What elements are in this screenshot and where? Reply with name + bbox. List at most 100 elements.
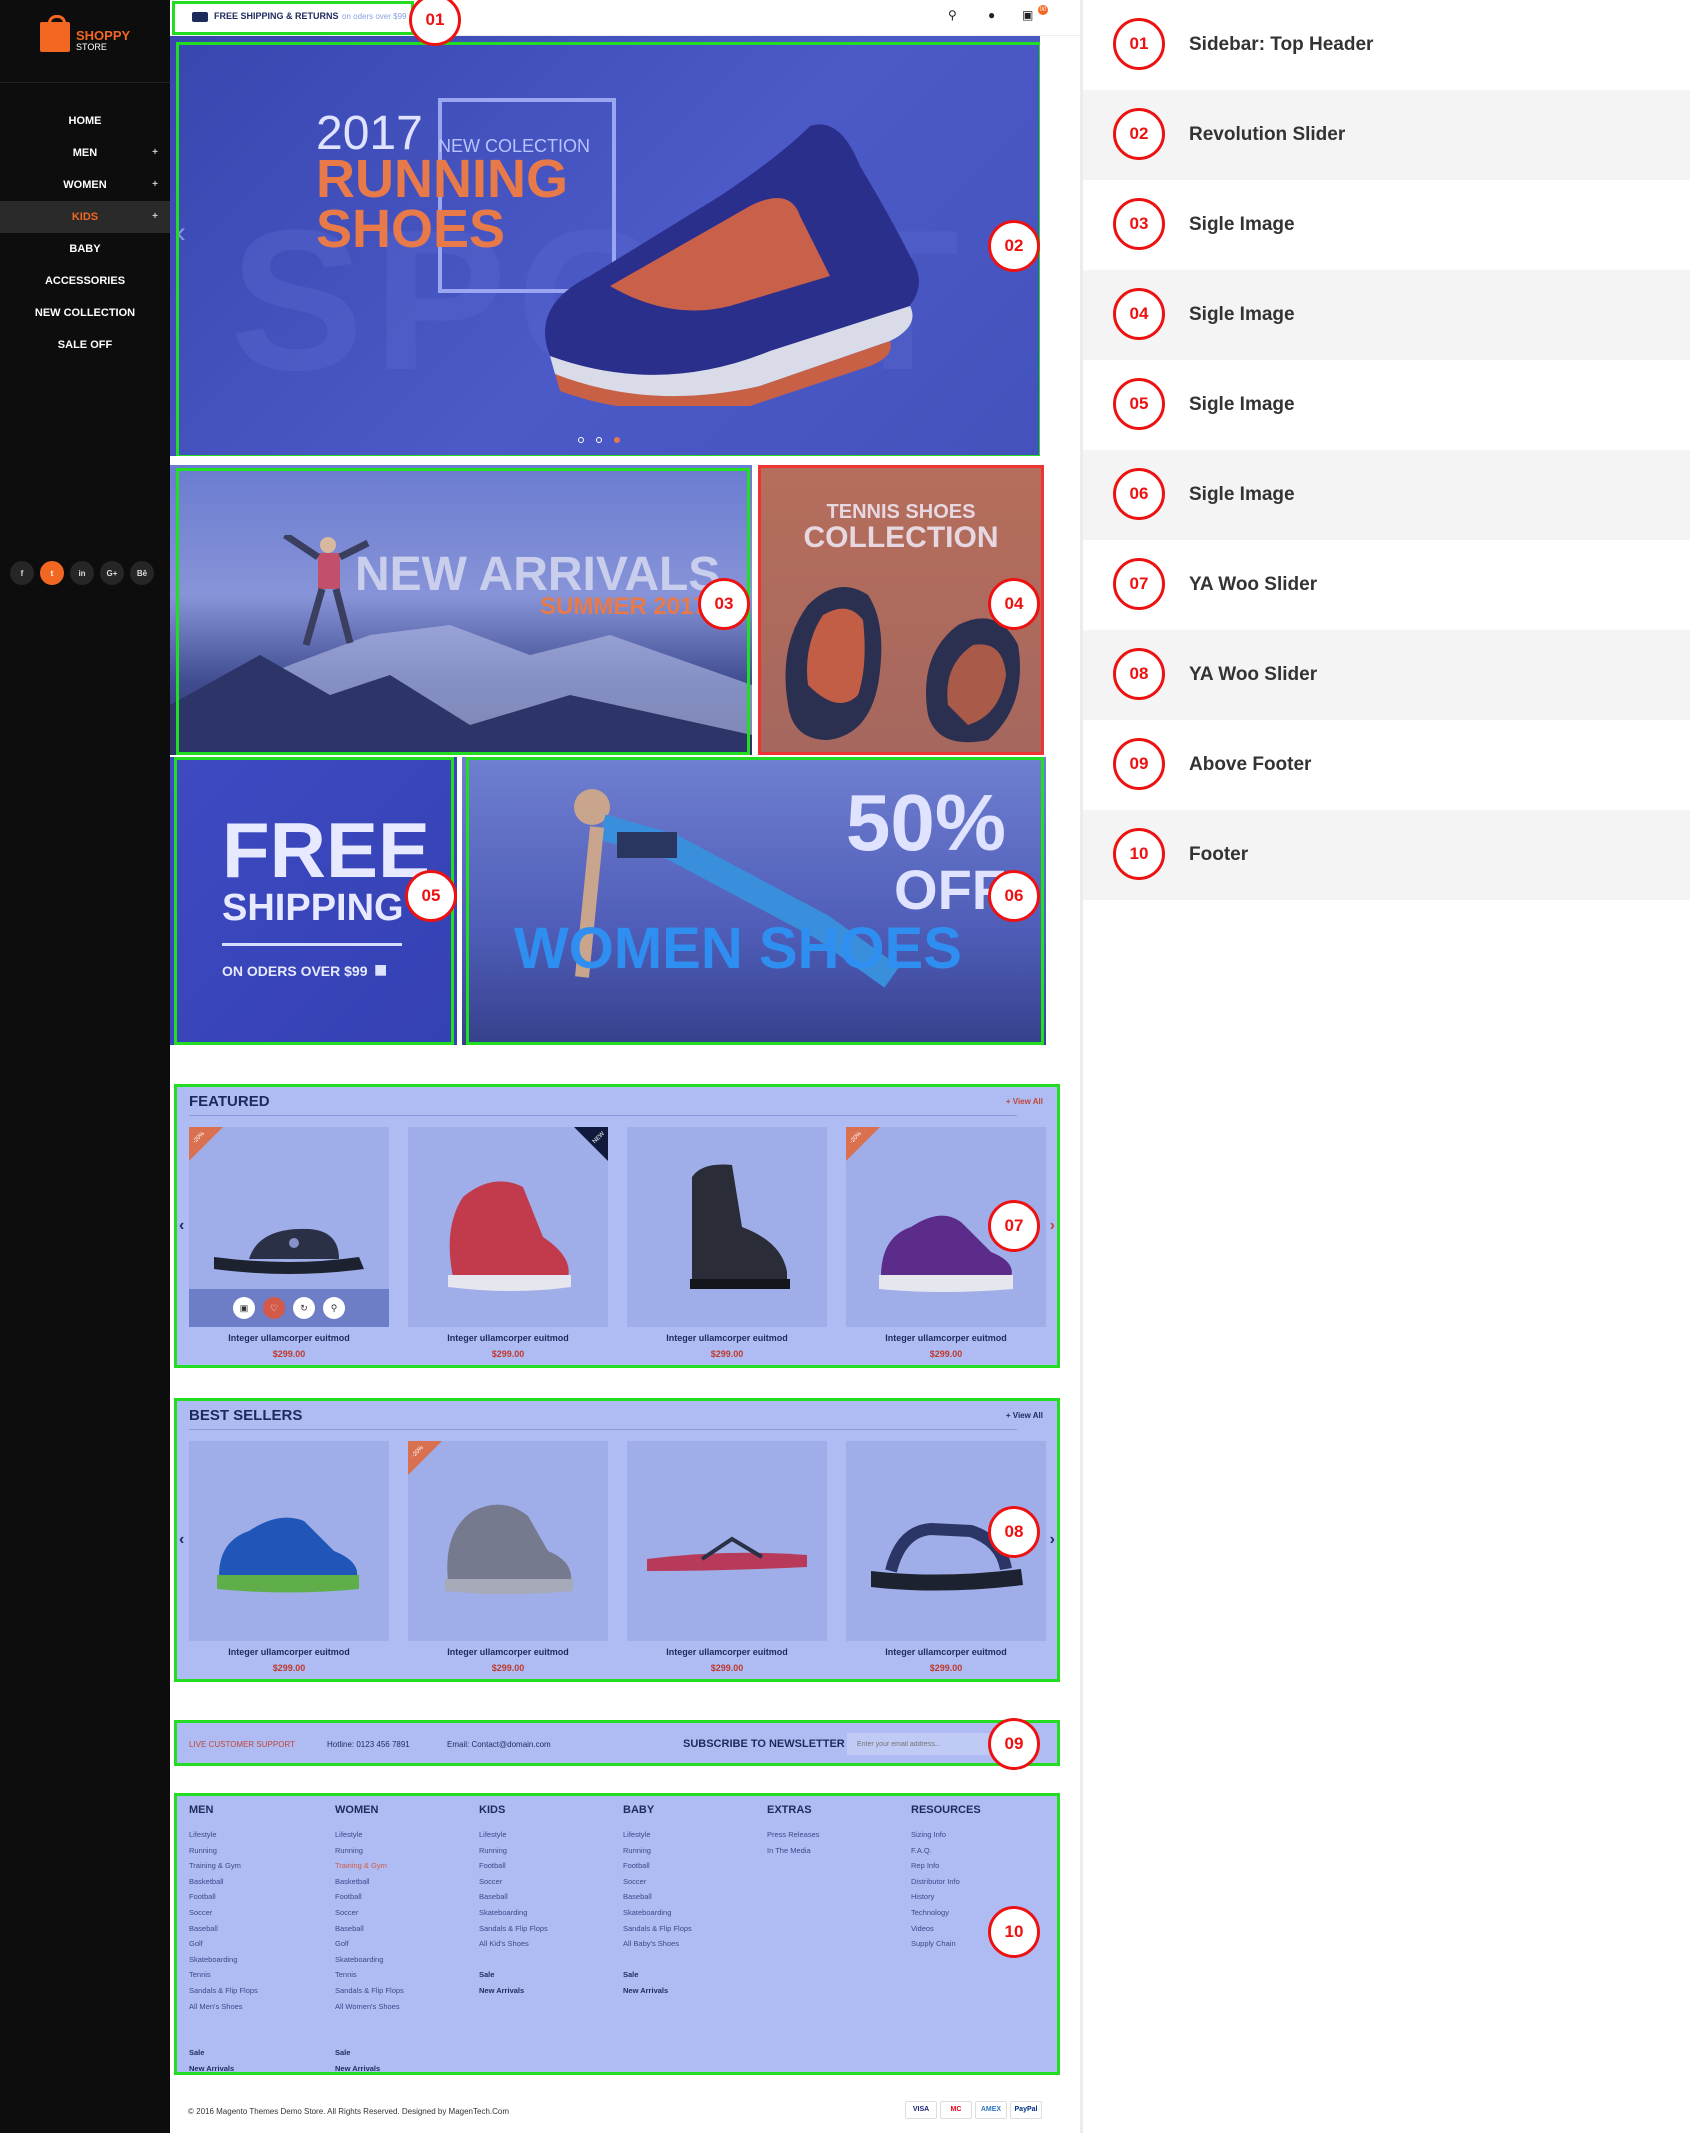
menu-item-home[interactable]: HOME (0, 105, 170, 137)
footer-link[interactable]: Golf (335, 1939, 475, 1955)
menu-item-baby[interactable]: BABY (0, 233, 170, 265)
footer-link[interactable]: Skateboarding (189, 1955, 329, 1971)
footer-link[interactable]: Football (189, 1892, 329, 1908)
product-name[interactable]: Integer ullamcorper euitmod (408, 1647, 608, 1657)
footer-link[interactable]: All Kid's Shoes (479, 1939, 619, 1955)
footer-link[interactable]: Tennis (335, 1970, 475, 1986)
footer-link[interactable]: Running (479, 1846, 619, 1862)
product-card[interactable]: -20% ▣ ♡ ↻ ⚲ (189, 1127, 389, 1327)
footer-link[interactable]: In The Media (767, 1846, 907, 1862)
menu-item-sale-off[interactable]: SALE OFF (0, 329, 170, 361)
revolution-slider[interactable]: SPORT 2017 NEW COLECTION RUNNINGSHOES ‹ (170, 36, 1040, 456)
featured-view-all[interactable]: + View All (1006, 1097, 1043, 1106)
footer-link[interactable]: Sale (623, 1970, 763, 1986)
footer-link[interactable]: Soccer (623, 1877, 763, 1893)
footer-link[interactable]: Skateboarding (335, 1955, 475, 1971)
wishlist-icon[interactable]: ♡ (263, 1297, 285, 1319)
product-name[interactable]: Integer ullamcorper euitmod (189, 1647, 389, 1657)
product-card[interactable] (189, 1441, 389, 1641)
live-support-text[interactable]: LIVE CUSTOMER SUPPORT (189, 1740, 295, 1749)
behance-icon[interactable]: Bē (130, 561, 154, 585)
footer-link[interactable]: Skateboarding (479, 1908, 619, 1924)
footer-link[interactable]: Baseball (479, 1892, 619, 1908)
next-icon[interactable]: › (1050, 1531, 1055, 1549)
footer-link[interactable]: F.A.Q. (911, 1846, 1051, 1862)
product-name[interactable]: Integer ullamcorper euitmod (189, 1333, 389, 1343)
prev-icon[interactable]: ‹ (179, 1217, 184, 1235)
footer-link[interactable]: History (911, 1892, 1051, 1908)
footer-link[interactable]: New Arrivals (623, 1986, 763, 2002)
compare-icon[interactable]: ↻ (293, 1297, 315, 1319)
footer-link[interactable]: Sizing Info (911, 1830, 1051, 1846)
linkedin-icon[interactable]: in (70, 561, 94, 585)
footer-link[interactable]: Golf (189, 1939, 329, 1955)
footer-link[interactable]: Training & Gym (189, 1861, 329, 1877)
menu-item-women[interactable]: WOMEN + (0, 169, 170, 201)
footer-link[interactable]: Soccer (189, 1908, 329, 1924)
facebook-icon[interactable]: f (10, 561, 34, 585)
search-icon[interactable]: ⚲ (948, 8, 957, 22)
footer-link[interactable]: Football (479, 1861, 619, 1877)
footer-link[interactable]: Sale (479, 1970, 619, 1986)
menu-item-men[interactable]: MEN + (0, 137, 170, 169)
footer-link[interactable]: Football (623, 1861, 763, 1877)
footer-link[interactable]: All Women's Shoes (335, 2002, 475, 2018)
footer-link[interactable]: Baseball (623, 1892, 763, 1908)
footer-link[interactable]: Running (189, 1846, 329, 1862)
footer-link[interactable]: Lifestyle (335, 1830, 475, 1846)
footer-link[interactable]: Baseball (335, 1924, 475, 1940)
footer-link[interactable]: New Arrivals (335, 2064, 475, 2080)
footer-link[interactable]: Distributor Info (911, 1877, 1051, 1893)
footer-link[interactable]: Running (623, 1846, 763, 1862)
footer-link[interactable]: Soccer (479, 1877, 619, 1893)
footer-link[interactable]: Running (335, 1846, 475, 1862)
product-card[interactable] (627, 1441, 827, 1641)
google-plus-icon[interactable]: G+ (100, 561, 124, 585)
footer-link[interactable]: Press Releases (767, 1830, 907, 1846)
twitter-icon[interactable]: t (40, 561, 64, 585)
footer-link[interactable]: Basketball (189, 1877, 329, 1893)
new-arrivals-banner[interactable]: NEW ARRIVALS SUMMER 2017 (170, 465, 752, 755)
add-to-cart-icon[interactable]: ▣ (233, 1297, 255, 1319)
footer-link[interactable]: Soccer (335, 1908, 475, 1924)
footer-link[interactable]: Baseball (189, 1924, 329, 1940)
logo[interactable]: SHOPPY STORE (40, 15, 150, 58)
next-icon[interactable]: › (1050, 1217, 1055, 1235)
footer-link[interactable]: Rep Info (911, 1861, 1051, 1877)
user-icon[interactable]: ● (988, 8, 995, 22)
menu-item-kids[interactable]: KIDS + (0, 201, 170, 233)
product-name[interactable]: Integer ullamcorper euitmod (408, 1333, 608, 1343)
footer-link[interactable]: New Arrivals (189, 2064, 329, 2080)
women-shoes-banner[interactable]: 50% OFF WOMEN SHOES (462, 757, 1046, 1045)
menu-item-accessories[interactable]: ACCESSORIES (0, 265, 170, 297)
product-name[interactable]: Integer ullamcorper euitmod (846, 1647, 1046, 1657)
footer-link[interactable]: Sale (189, 2048, 329, 2064)
footer-link[interactable]: Sandals & Flip Flops (623, 1924, 763, 1940)
footer-link[interactable]: New Arrivals (479, 1986, 619, 2002)
prev-icon[interactable]: ‹ (179, 1531, 184, 1549)
product-name[interactable]: Integer ullamcorper euitmod (846, 1333, 1046, 1343)
footer-link[interactable]: Lifestyle (479, 1830, 619, 1846)
product-name[interactable]: Integer ullamcorper euitmod (627, 1647, 827, 1657)
footer-link[interactable]: Sale (335, 2048, 475, 2064)
product-card[interactable]: -20% (408, 1441, 608, 1641)
product-card[interactable]: NEW (408, 1127, 608, 1327)
cart-icon[interactable]: ▣ (1022, 8, 1033, 22)
footer-link[interactable]: All Men's Shoes (189, 2002, 329, 2018)
footer-link[interactable]: Skateboarding (623, 1908, 763, 1924)
footer-link[interactable]: Training & Gym (335, 1861, 475, 1877)
footer-link[interactable]: All Baby's Shoes (623, 1939, 763, 1955)
footer-link[interactable]: Sandals & Flip Flops (335, 1986, 475, 2002)
footer-link[interactable]: Sandals & Flip Flops (189, 1986, 329, 2002)
quickview-icon[interactable]: ⚲ (323, 1297, 345, 1319)
best-sellers-view-all[interactable]: + View All (1006, 1411, 1043, 1420)
footer-link[interactable]: Football (335, 1892, 475, 1908)
footer-link[interactable]: Sandals & Flip Flops (479, 1924, 619, 1940)
footer-link[interactable]: Tennis (189, 1970, 329, 1986)
product-card[interactable] (627, 1127, 827, 1327)
menu-item-new-collection[interactable]: NEW COLLECTION (0, 297, 170, 329)
footer-link[interactable]: Lifestyle (189, 1830, 329, 1846)
footer-link[interactable]: Basketball (335, 1877, 475, 1893)
product-name[interactable]: Integer ullamcorper euitmod (627, 1333, 827, 1343)
footer-link[interactable]: Lifestyle (623, 1830, 763, 1846)
